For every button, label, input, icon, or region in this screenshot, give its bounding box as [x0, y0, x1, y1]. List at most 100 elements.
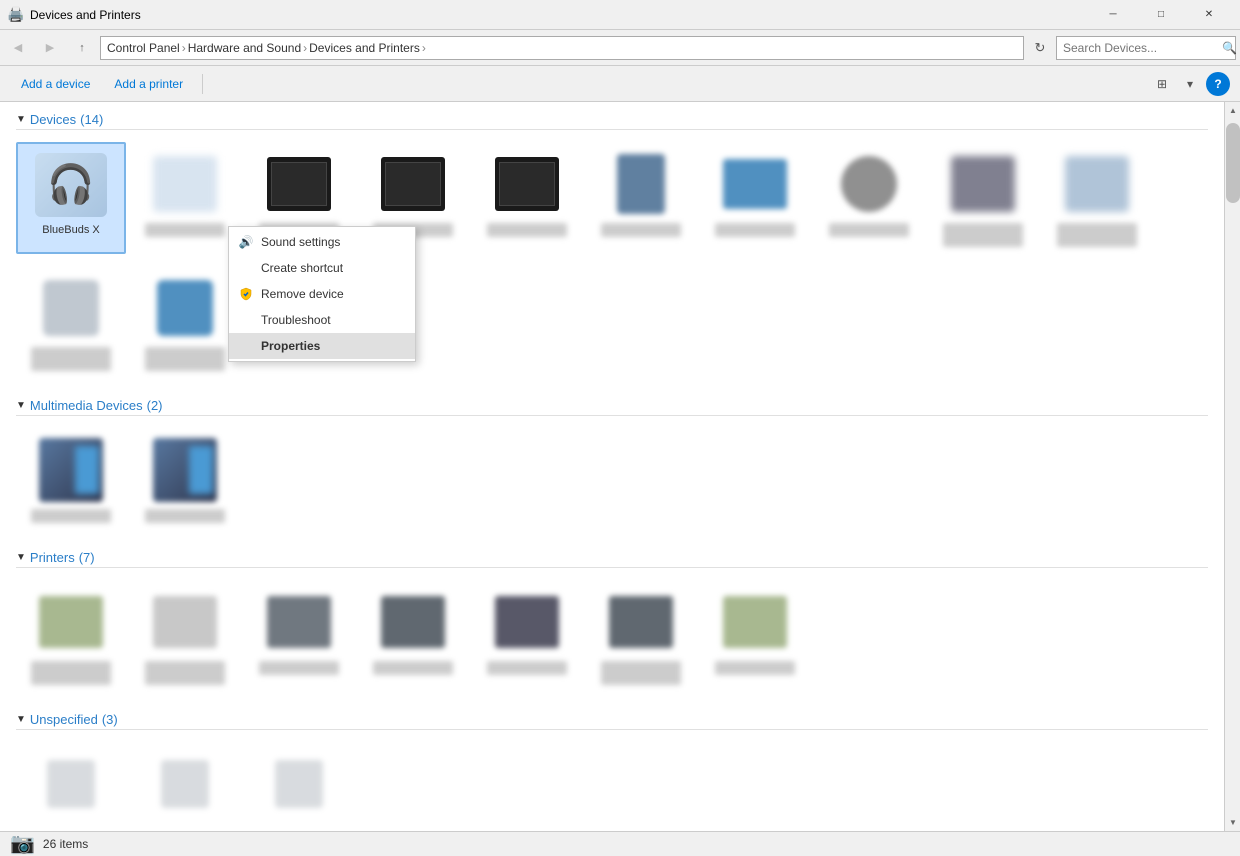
toolbar-separator [202, 74, 203, 94]
scroll-up-arrow[interactable]: ▲ [1225, 102, 1240, 119]
printer-icon-1 [31, 587, 111, 657]
devices-grid-row2 [16, 262, 1208, 382]
bluebuds-name: BlueBuds X [42, 224, 99, 236]
multimedia-section: ▼ Multimedia Devices (2) [16, 398, 1208, 534]
device-name-laptop [715, 223, 795, 237]
devices-collapse-arrow[interactable]: ▼ [16, 114, 26, 125]
printers-collapse-arrow[interactable]: ▼ [16, 552, 26, 563]
item-count: 26 items [43, 837, 88, 851]
multimedia-section-header: ▼ Multimedia Devices (2) [16, 398, 1208, 416]
monitor-icon-2 [373, 149, 453, 219]
refresh-button[interactable]: ↻ [1028, 36, 1052, 60]
up-button[interactable]: ↑ [68, 34, 96, 62]
multimedia-device-1[interactable] [16, 428, 126, 530]
path-hardware-sound[interactable]: Hardware and Sound [188, 41, 301, 55]
path-control-panel[interactable]: Control Panel [107, 41, 180, 55]
printer-name-4 [373, 661, 453, 675]
printer-icon-3 [259, 587, 339, 657]
close-button[interactable]: ✕ [1186, 0, 1232, 30]
camera-icon: 📷 [10, 831, 35, 856]
multimedia-icon-2 [145, 435, 225, 505]
multimedia-collapse-arrow[interactable]: ▼ [16, 400, 26, 411]
unspecified-device-1[interactable] [16, 742, 126, 830]
printer-2[interactable] [130, 580, 240, 692]
title-bar: 🖨️ Devices and Printers ─ □ ✕ [0, 0, 1240, 30]
printer-3[interactable] [244, 580, 354, 692]
unspecified-collapse-arrow[interactable]: ▼ [16, 714, 26, 725]
main-content: ▼ Devices (14) 🎧 BlueBuds X [0, 102, 1240, 831]
bluebuds-icon: 🎧 [31, 150, 111, 220]
printer-6[interactable] [586, 580, 696, 692]
address-path[interactable]: Control Panel › Hardware and Sound › Dev… [100, 36, 1024, 60]
printer-4[interactable] [358, 580, 468, 692]
device-headset-blue[interactable] [130, 266, 240, 378]
forward-button[interactable]: ▶ [36, 34, 64, 62]
minimize-button[interactable]: ─ [1090, 0, 1136, 30]
view-arrow-button[interactable]: ▾ [1178, 72, 1202, 96]
devices-section: ▼ Devices (14) 🎧 BlueBuds X [16, 112, 1208, 382]
printers-section-header: ▼ Printers (7) [16, 550, 1208, 568]
printer-icon-4 [373, 587, 453, 657]
device-item-9[interactable] [928, 142, 1038, 254]
printer-5[interactable] [472, 580, 582, 692]
window-controls: ─ □ ✕ [1090, 0, 1232, 30]
context-menu: 🔊 Sound settings Create shortcut Remove … [228, 226, 416, 362]
device-name-9 [943, 223, 1023, 247]
printer-name-5 [487, 661, 567, 675]
devices-section-header: ▼ Devices (14) [16, 112, 1208, 130]
address-bar: ◀ ▶ ↑ Control Panel › Hardware and Sound… [0, 30, 1240, 66]
printer-1[interactable] [16, 580, 126, 692]
device-bluebuds-x[interactable]: 🎧 BlueBuds X [16, 142, 126, 254]
printers-section-title[interactable]: Printers [30, 550, 75, 565]
toolbar: Add a device Add a printer ⊞ ▾ ? [0, 66, 1240, 102]
unspecified-icon-2 [145, 749, 225, 819]
headset-white-icon [31, 273, 111, 343]
device-icon-9 [943, 149, 1023, 219]
monitor-icon-3 [487, 149, 567, 219]
device-icon-10 [1057, 149, 1137, 219]
search-input[interactable] [1063, 41, 1218, 55]
device-laptop[interactable] [700, 142, 810, 254]
devices-section-title[interactable]: Devices [30, 112, 76, 127]
device-computer-tower[interactable] [586, 142, 696, 254]
unspecified-device-3[interactable] [244, 742, 354, 830]
scroll-thumb[interactable] [1226, 123, 1240, 203]
context-menu-create-shortcut[interactable]: Create shortcut [229, 255, 415, 281]
multimedia-device-2[interactable] [130, 428, 240, 530]
scroll-down-arrow[interactable]: ▼ [1225, 814, 1240, 831]
device-name-tower [601, 223, 681, 237]
device-item-2[interactable] [130, 142, 240, 254]
device-name-10 [1057, 223, 1137, 247]
context-menu-sound-settings[interactable]: 🔊 Sound settings [229, 229, 415, 255]
webcam-icon [829, 149, 909, 219]
back-button[interactable]: ◀ [4, 34, 32, 62]
unspecified-section-title[interactable]: Unspecified [30, 712, 98, 727]
device-monitor-3[interactable] [472, 142, 582, 254]
context-menu-troubleshoot[interactable]: Troubleshoot [229, 307, 415, 333]
scroll-track[interactable] [1225, 119, 1240, 814]
device-name-webcam [829, 223, 909, 237]
device-name-headset-blue [145, 347, 225, 371]
printer-7[interactable] [700, 580, 810, 692]
troubleshoot-icon [237, 311, 255, 329]
printer-name-1 [31, 661, 111, 685]
unspecified-count: (3) [102, 712, 118, 727]
search-box[interactable]: 🔍 [1056, 36, 1236, 60]
context-menu-properties[interactable]: Properties [229, 333, 415, 359]
computer-tower-icon [601, 149, 681, 219]
unspecified-device-2[interactable] [130, 742, 240, 830]
view-button[interactable]: ⊞ [1150, 72, 1174, 96]
context-menu-remove-device[interactable]: Remove device [229, 281, 415, 307]
maximize-button[interactable]: □ [1138, 0, 1184, 30]
multimedia-count: (2) [147, 398, 163, 413]
add-device-button[interactable]: Add a device [10, 72, 101, 96]
device-webcam[interactable] [814, 142, 924, 254]
unspecified-icon-3 [259, 749, 339, 819]
multimedia-section-title[interactable]: Multimedia Devices [30, 398, 143, 413]
devices-grid: 🎧 BlueBuds X [16, 138, 1208, 258]
device-headset-white[interactable] [16, 266, 126, 378]
help-button[interactable]: ? [1206, 72, 1230, 96]
add-printer-button[interactable]: Add a printer [103, 72, 194, 96]
device-item-10[interactable] [1042, 142, 1152, 254]
path-devices-printers[interactable]: Devices and Printers [309, 41, 420, 55]
